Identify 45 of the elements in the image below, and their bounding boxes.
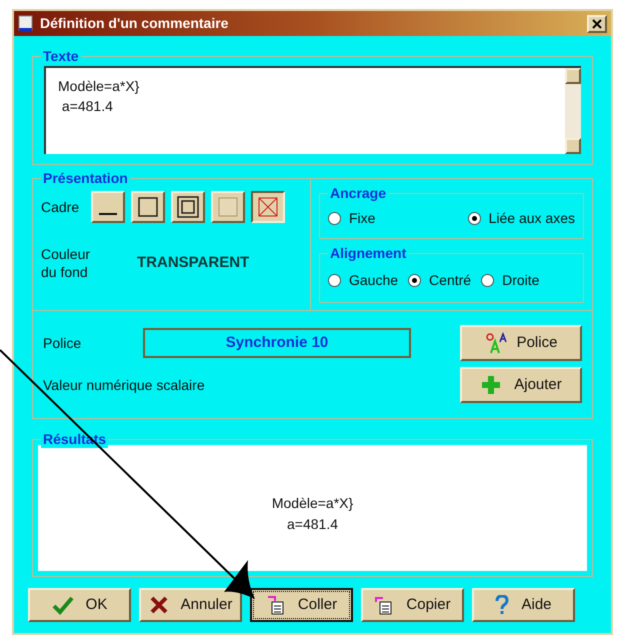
window-title: Définition d'un commentaire <box>40 14 230 33</box>
paste-icon <box>266 595 286 615</box>
background-color-label: Couleur du fond <box>41 245 92 281</box>
double-square-frame-icon <box>176 196 200 218</box>
radio-button[interactable] <box>468 212 481 224</box>
radio-label: Centré <box>429 270 472 290</box>
add-button[interactable]: Ajouter <box>460 367 582 403</box>
radio-label: Droite <box>502 270 540 290</box>
radio-button[interactable] <box>328 274 341 286</box>
close-button[interactable] <box>587 14 607 32</box>
scrollbar[interactable] <box>565 68 581 154</box>
background-color-value: TRANSPARENT <box>137 252 250 273</box>
plus-icon <box>480 374 502 396</box>
result-line: Modèle=a*X} <box>272 494 354 513</box>
text-line: a=481.4 <box>60 97 114 116</box>
dialog-button[interactable]: Annuler <box>139 588 242 622</box>
font-value-field: Synchronie 10 <box>143 328 411 358</box>
result-line: a=481.4 <box>287 515 338 534</box>
copy-icon <box>374 595 394 615</box>
radio-button[interactable] <box>408 274 422 286</box>
font-size-icon <box>484 332 509 354</box>
scalar-value-label: Valeur numérique scalaire <box>43 376 205 395</box>
dialog-button[interactable]: Coller <box>250 588 353 622</box>
text-line: Modèle=a*X} <box>58 77 140 96</box>
radio-button[interactable] <box>481 274 494 286</box>
radio-label: Liée aux axes <box>488 208 575 228</box>
close-icon <box>592 18 602 28</box>
dialog-button[interactable]: OK <box>28 588 131 622</box>
square-frame-icon <box>136 196 160 218</box>
help-icon <box>495 595 510 615</box>
document-icon <box>18 14 34 32</box>
raised-frame-icon <box>216 196 240 218</box>
radio-button[interactable] <box>328 212 341 224</box>
radio-label: Gauche <box>349 270 398 290</box>
font-label: Police <box>43 334 82 352</box>
font-button[interactable]: Police <box>460 325 582 361</box>
cross-icon <box>148 595 169 615</box>
frame-label: Cadre <box>41 198 80 216</box>
underline-frame-icon <box>99 213 118 215</box>
crossed-square-icon <box>256 196 280 218</box>
radio-label: Fixe <box>349 208 376 228</box>
dialog-button[interactable]: Copier <box>361 588 464 622</box>
checkmark-icon <box>52 595 74 615</box>
text-area[interactable]: Modèle=a*X} a=481.4 <box>44 66 581 154</box>
dialog-button[interactable]: Aide <box>472 588 575 622</box>
